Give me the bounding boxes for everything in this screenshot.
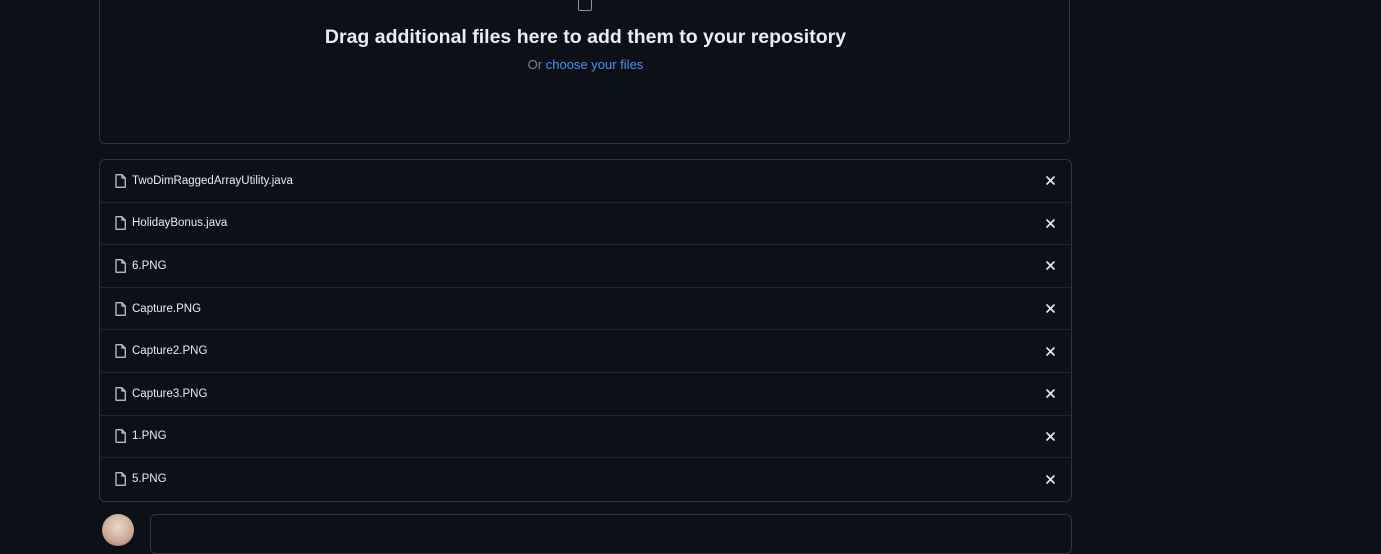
avatar (102, 514, 134, 546)
file-icon (115, 386, 126, 401)
x-icon (1045, 346, 1055, 356)
dropzone-subtitle: Or choose your files (0, 57, 1171, 72)
file-row: HolidayBonus.java (100, 203, 1071, 246)
file-icon (115, 216, 126, 231)
x-icon (1045, 475, 1055, 484)
x-icon (1045, 219, 1055, 228)
file-row: TwoDimRaggedArrayUtility.java (100, 160, 1071, 203)
x-icon (1045, 176, 1055, 186)
dropzone-sub-prefix: Or (527, 57, 543, 72)
file-row: Capture3.PNG (100, 373, 1071, 416)
uploaded-file-list: TwoDimRaggedArrayUtility.java HolidayBon… (99, 159, 1072, 502)
choose-files-link[interactable]: choose your files (546, 57, 644, 72)
file-name: 5.PNG (132, 473, 167, 486)
file-name: 6.PNG (132, 259, 167, 272)
file-icon (115, 344, 126, 359)
remove-file-button[interactable] (1043, 387, 1057, 401)
file-name: 1.PNG (132, 430, 167, 443)
remove-file-button[interactable] (1043, 344, 1057, 358)
file-row: 1.PNG (100, 416, 1071, 459)
file-dropzone[interactable] (99, 0, 1070, 144)
x-icon (1045, 389, 1055, 399)
remove-file-button[interactable] (1043, 174, 1057, 188)
file-name: HolidayBonus.java (132, 217, 228, 230)
file-name: Capture.PNG (132, 302, 202, 315)
remove-file-button[interactable] (1043, 259, 1057, 273)
file-row: 5.PNG (100, 458, 1071, 501)
file-name: Capture2.PNG (132, 345, 208, 358)
file-icon (115, 472, 126, 487)
remove-file-button[interactable] (1043, 216, 1057, 230)
file-row: Capture2.PNG (100, 330, 1071, 373)
file-icon (115, 259, 126, 273)
file-row: Capture.PNG (100, 288, 1071, 331)
dropzone-title: Drag additional files here to add them t… (324, 26, 847, 48)
remove-file-button[interactable] (1043, 472, 1057, 486)
remove-file-button[interactable] (1043, 302, 1057, 316)
file-row: 6.PNG (100, 245, 1071, 288)
x-icon (1045, 432, 1055, 441)
file-name: Capture3.PNG (132, 387, 208, 400)
file-icon (115, 301, 126, 316)
x-icon (1045, 304, 1055, 313)
x-icon (1045, 261, 1055, 271)
file-icon (115, 173, 126, 188)
file-icon (115, 429, 126, 444)
file-name: TwoDimRaggedArrayUtility.java (132, 174, 293, 187)
commit-message-box[interactable] (150, 514, 1072, 554)
remove-file-button[interactable] (1043, 429, 1057, 443)
file-outline-icon (578, 0, 592, 11)
